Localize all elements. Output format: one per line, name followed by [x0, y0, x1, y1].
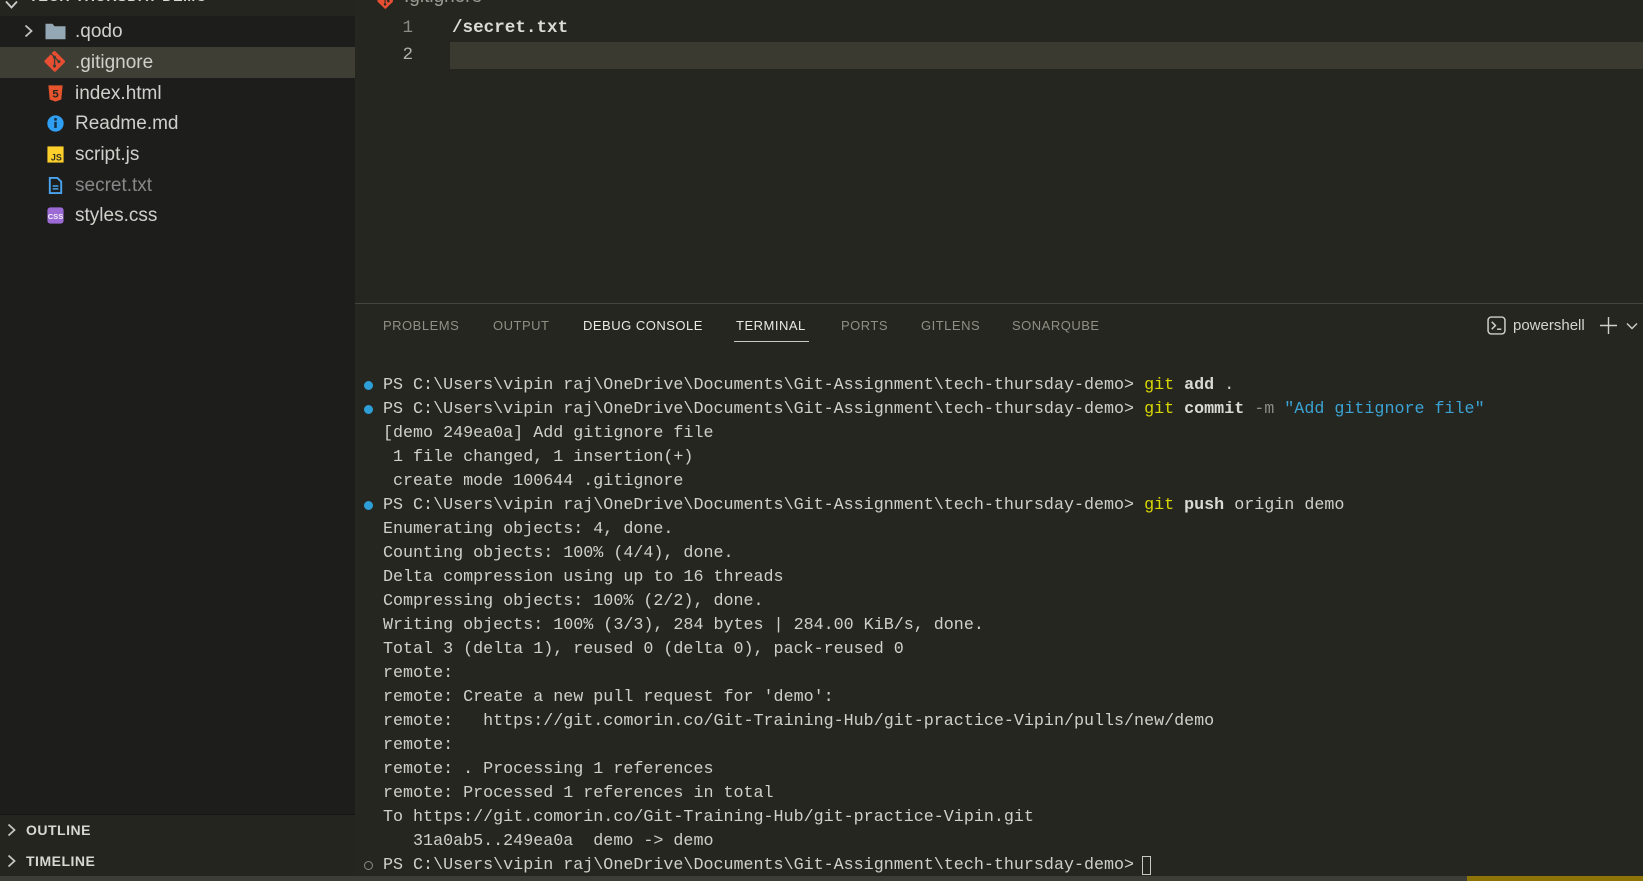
svg-text:5: 5 — [52, 88, 59, 100]
svg-text:CSS: CSS — [48, 212, 64, 221]
svg-text:JS: JS — [51, 152, 62, 162]
